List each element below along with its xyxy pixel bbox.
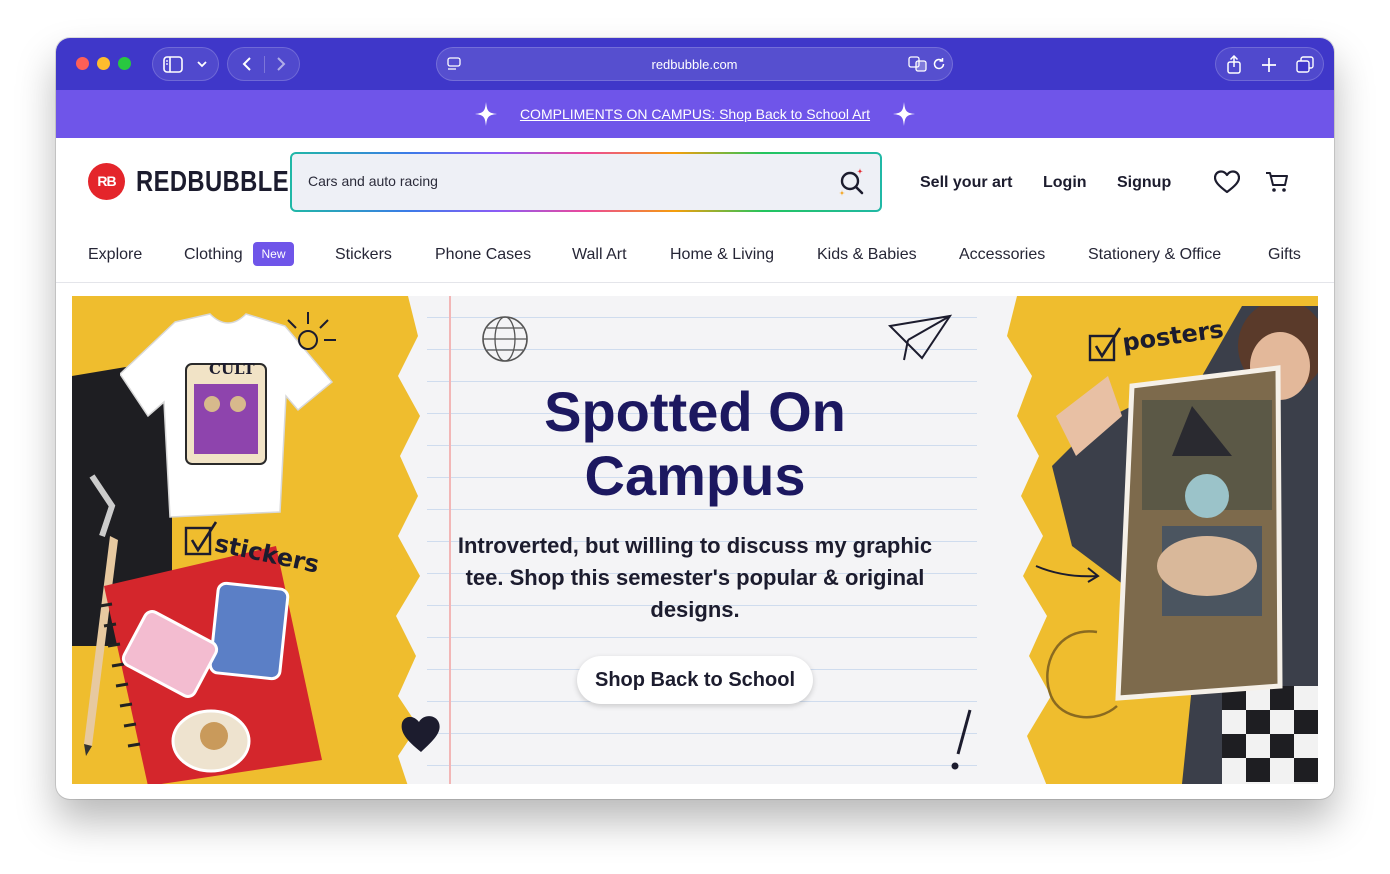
heart-doodle (401, 716, 440, 752)
address-bar[interactable]: redbubble.com (436, 47, 953, 81)
search-box (290, 152, 882, 212)
nav-item-wall-art[interactable]: Wall Art (572, 246, 627, 264)
red-notebook-image (99, 546, 322, 784)
paper-plane-doodle (888, 314, 952, 361)
nav-item-gifts[interactable]: Gifts (1268, 246, 1301, 264)
nav-item-kids-babies[interactable]: Kids & Babies (817, 246, 917, 264)
shop-back-to-school-button[interactable]: Shop Back to School (577, 656, 813, 704)
promo-link[interactable]: COMPLIMENTS ON CAMPUS: Shop Back to Scho… (56, 106, 1334, 122)
redbubble-logo-text[interactable]: REDBUBBLE (136, 166, 289, 199)
translate-icon[interactable] (908, 56, 928, 72)
nav-item-accessories[interactable]: Accessories (959, 246, 1045, 264)
window-actions (1215, 47, 1324, 81)
tabs-overview-icon[interactable] (1296, 56, 1315, 74)
new-badge: New (253, 242, 294, 266)
exclamation-doodle (951, 709, 972, 770)
hero-banner[interactable]: CULT stickers Spotted On Campus Introver… (72, 296, 1318, 784)
globe-doodle (482, 316, 528, 362)
sell-your-art-link[interactable]: Sell your art (920, 174, 1012, 192)
back-icon[interactable] (240, 56, 254, 72)
sidebar-icon (163, 56, 183, 73)
hero-subtitle: Introverted, but willing to discuss my g… (457, 533, 933, 622)
redbubble-logo-mark[interactable]: RB (88, 163, 125, 200)
hero-title: Spotted On Campus (544, 380, 846, 507)
minimize-window-button[interactable] (97, 57, 110, 70)
nav-item-phone-cases[interactable]: Phone Cases (435, 246, 531, 264)
close-window-button[interactable] (76, 57, 89, 70)
promo-banner: COMPLIMENTS ON CAMPUS: Shop Back to Scho… (56, 90, 1334, 138)
signup-link[interactable]: Signup (1117, 174, 1171, 192)
heart-icon[interactable] (1214, 170, 1240, 194)
category-nav: Explore Clothing New Stickers Phone Case… (56, 226, 1334, 283)
url-text: redbubble.com (651, 57, 738, 72)
nav-item-stickers[interactable]: Stickers (335, 246, 392, 264)
reload-icon[interactable] (932, 57, 946, 71)
sparkle-icon (893, 102, 915, 126)
cart-icon[interactable] (1265, 170, 1289, 194)
nav-item-clothing[interactable]: Clothing (184, 246, 243, 264)
chevron-down-icon (197, 61, 207, 68)
person-holding-poster-image (1052, 306, 1318, 784)
sun-doodle (287, 312, 336, 350)
forward-icon[interactable] (274, 56, 288, 72)
nav-item-home-living[interactable]: Home & Living (670, 246, 774, 264)
search-icon[interactable] (838, 168, 866, 198)
cult-text-art: CULT (209, 360, 255, 378)
new-tab-icon[interactable] (1261, 57, 1277, 73)
nav-item-stationery-office[interactable]: Stationery & Office (1088, 246, 1221, 264)
zoom-window-button[interactable] (118, 57, 131, 70)
site-header: RB REDBUBBLE Sell your art Login Signup (56, 138, 1334, 226)
browser-toolbar: redbubble.com (56, 38, 1334, 90)
sidebar-toggle-button[interactable] (152, 47, 219, 81)
search-input[interactable] (308, 173, 808, 189)
login-link[interactable]: Login (1043, 174, 1087, 192)
nav-item-explore[interactable]: Explore (88, 246, 142, 264)
history-navigation (227, 47, 300, 81)
share-icon[interactable] (1226, 55, 1242, 74)
browser-window: redbubble.com COMPLIMENTS ON CAMPUS: Sho… (56, 38, 1334, 799)
